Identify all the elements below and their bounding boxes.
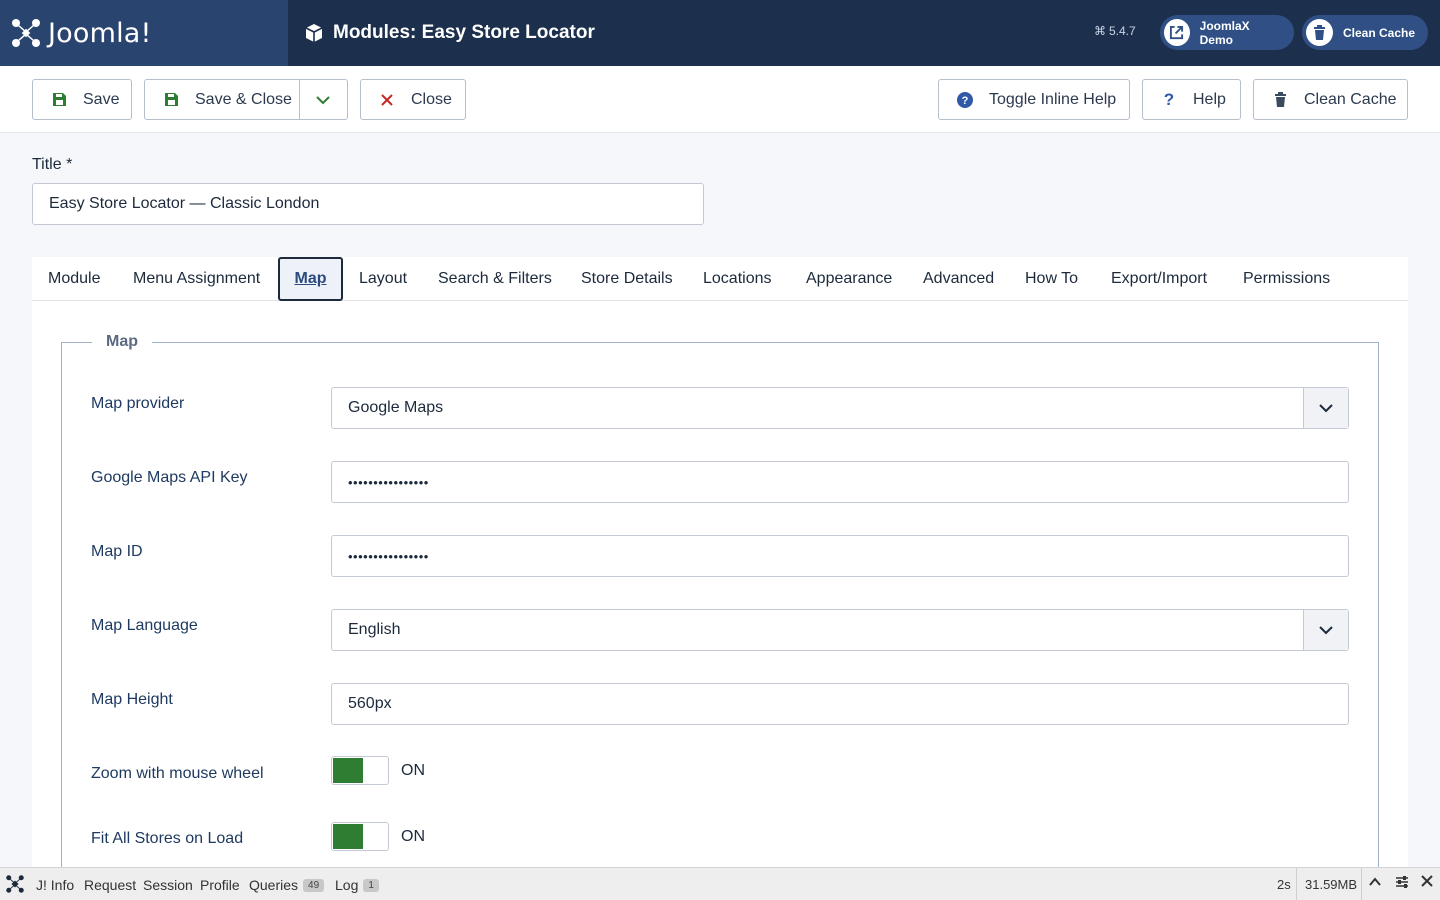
debug-queries-label: Queries <box>249 877 299 893</box>
debug-profile-tab[interactable]: Profile <box>200 877 240 893</box>
clean-cache-button[interactable]: Clean Cache <box>1253 79 1408 120</box>
fit-stores-state: ON <box>401 828 425 845</box>
joomla-logo-icon <box>12 19 40 47</box>
debug-session-tab[interactable]: Session <box>143 877 193 893</box>
map-height-value: 560px <box>348 695 392 712</box>
debug-log-count: 1 <box>363 878 379 892</box>
brand[interactable]: Joomla! <box>0 0 288 66</box>
tab-locations[interactable]: Locations <box>703 257 772 301</box>
site-link-label: JoomlaX Demo <box>1199 18 1250 47</box>
toggle-inline-help-button[interactable]: ? Toggle Inline Help <box>938 79 1130 120</box>
help-label: Help <box>1193 90 1226 108</box>
map-id-value: •••••••••••••••• <box>348 548 429 564</box>
cube-icon <box>305 24 323 42</box>
tab-menu-assignment[interactable]: Menu Assignment <box>133 257 260 301</box>
toggle-inline-help-label: Toggle Inline Help <box>989 90 1117 108</box>
fit-stores-toggle[interactable] <box>331 822 389 851</box>
api-key-value: •••••••••••••••• <box>348 474 429 490</box>
tab-permissions[interactable]: Permissions <box>1243 257 1330 301</box>
close-button[interactable]: Close <box>360 79 466 120</box>
api-key-label: Google Maps API Key <box>91 469 248 486</box>
tab-bar: Module Menu Assignment Map Layout Search… <box>32 257 1408 301</box>
map-provider-select[interactable]: Google Maps <box>331 387 1349 429</box>
tab-module[interactable]: Module <box>48 257 100 301</box>
debug-time: 2s <box>1277 877 1291 892</box>
settings-sliders-icon[interactable] <box>1395 875 1409 892</box>
debug-log-tab[interactable]: Log 1 <box>335 877 379 893</box>
map-provider-value: Google Maps <box>348 399 444 416</box>
joomla-small-icon: ⌘ <box>1094 24 1106 38</box>
debug-request-tab[interactable]: Request <box>84 877 136 893</box>
close-label: Close <box>411 90 452 108</box>
close-icon[interactable] <box>1421 875 1433 890</box>
divider <box>1361 868 1362 900</box>
toggle-knob <box>333 824 363 849</box>
question-mark-icon: ? <box>1163 89 1175 109</box>
save-button[interactable]: Save <box>32 79 132 120</box>
tab-map[interactable]: Map <box>278 257 343 301</box>
map-language-select[interactable]: English <box>331 609 1349 651</box>
divider <box>299 80 300 119</box>
map-language-value: English <box>348 621 401 638</box>
help-button[interactable]: ? Help <box>1142 79 1241 120</box>
chevron-up-icon[interactable] <box>1368 875 1382 892</box>
tab-search-filters[interactable]: Search & Filters <box>438 257 552 301</box>
debug-queries-tab[interactable]: Queries 49 <box>249 877 325 893</box>
tab-panel-map: Map Map provider Google Maps Google Maps… <box>32 301 1408 900</box>
map-height-field[interactable]: 560px <box>331 683 1349 725</box>
close-icon <box>379 92 395 108</box>
save-label: Save <box>83 90 120 108</box>
external-link-icon <box>1164 19 1190 46</box>
map-id-field[interactable]: •••••••••••••••• <box>331 535 1349 577</box>
zoom-mouse-wheel-state: ON <box>401 762 425 779</box>
fieldset-legend: Map <box>92 333 152 351</box>
floppy-disk-icon <box>163 92 179 108</box>
tab-store-details[interactable]: Store Details <box>581 257 673 301</box>
map-id-label: Map ID <box>91 543 143 560</box>
chevron-down-icon <box>1303 610 1348 650</box>
page-title: Modules: Easy Store Locator <box>304 0 595 66</box>
save-close-label: Save & Close <box>195 90 292 108</box>
divider <box>1296 868 1297 900</box>
floppy-disk-icon <box>51 92 67 108</box>
zoom-mouse-wheel-label: Zoom with mouse wheel <box>91 765 264 782</box>
tab-how-to[interactable]: How To <box>1025 257 1078 301</box>
header: Joomla! Modules: Easy Store Locator ⌘ 5.… <box>0 0 1440 66</box>
save-close-button[interactable]: Save & Close <box>144 79 348 120</box>
chevron-down-icon <box>1303 388 1348 428</box>
tab-advanced[interactable]: Advanced <box>923 257 994 301</box>
header-clean-cache-button[interactable]: Clean Cache <box>1302 15 1428 50</box>
tab-layout[interactable]: Layout <box>359 257 407 301</box>
header-clean-cache-label: Clean Cache <box>1343 25 1416 40</box>
map-language-label: Map Language <box>91 617 198 634</box>
toggle-knob <box>333 758 363 783</box>
debug-info-tab[interactable]: J! Info <box>36 877 74 893</box>
joomla-debug-icon[interactable] <box>5 874 25 894</box>
map-height-label: Map Height <box>91 691 173 708</box>
debug-memory: 31.59MB <box>1305 877 1358 892</box>
version: ⌘ 5.4.7 <box>1094 24 1136 38</box>
debug-bar: J! Info Request Session Profile Queries … <box>0 867 1440 900</box>
question-circle-icon: ? <box>957 91 973 108</box>
brand-text: Joomla! <box>48 17 152 49</box>
toolbar: Save Save & Close Close ? Toggle Inline … <box>0 66 1440 133</box>
debug-queries-count: 49 <box>303 878 325 892</box>
trash-icon <box>1306 19 1333 46</box>
tab-appearance[interactable]: Appearance <box>806 257 892 301</box>
title-label: Title * <box>32 156 73 173</box>
version-text: 5.4.7 <box>1109 24 1136 38</box>
api-key-field[interactable]: •••••••••••••••• <box>331 461 1349 503</box>
page-title-text: Modules: Easy Store Locator <box>333 22 595 43</box>
trash-icon <box>1272 92 1288 108</box>
tab-export-import[interactable]: Export/Import <box>1111 257 1207 301</box>
map-provider-label: Map provider <box>91 395 185 412</box>
debug-log-label: Log <box>335 877 359 893</box>
svg-text:?: ? <box>962 95 969 107</box>
fit-stores-label: Fit All Stores on Load <box>91 830 244 847</box>
chevron-down-icon[interactable] <box>315 92 331 113</box>
title-input[interactable] <box>32 183 704 225</box>
site-link-button[interactable]: JoomlaX Demo <box>1160 15 1294 50</box>
clean-cache-label: Clean Cache <box>1304 90 1397 108</box>
zoom-mouse-wheel-toggle[interactable] <box>331 756 389 785</box>
